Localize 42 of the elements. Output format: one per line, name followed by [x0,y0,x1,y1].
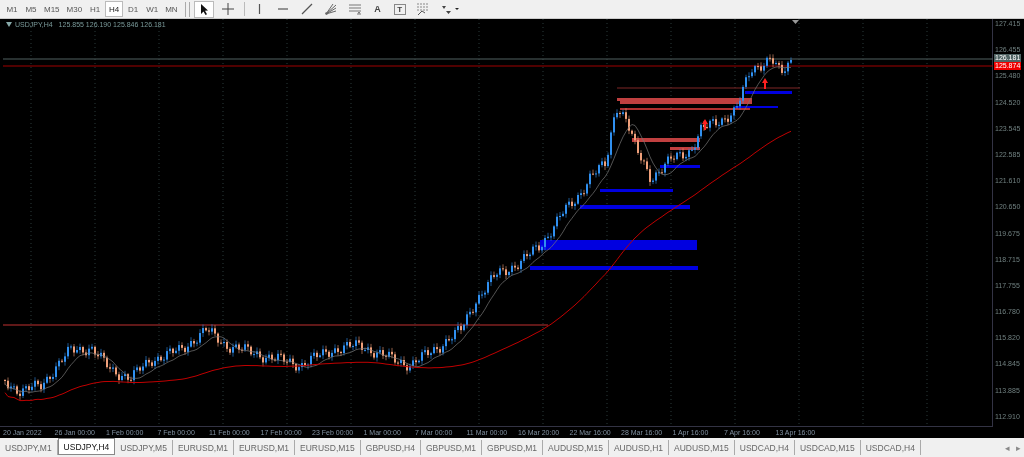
timeframe-button[interactable]: M30 [63,1,86,17]
fibonacci-icon [415,2,430,16]
timeframe-button[interactable]: W1 [143,1,162,17]
arrow-icon [762,78,768,89]
text-tool-button[interactable]: A [368,0,387,18]
chart-tab[interactable]: AUDUSD,H1 [608,440,669,455]
chart-tab[interactable]: EURUSD,M1 [233,440,295,455]
timeframe-button[interactable]: M15 [41,1,63,17]
chart-tab[interactable]: GBPUSD,H4 [360,440,421,455]
chart-tab[interactable]: USDJPY,M1 [0,440,58,455]
cursor-tool-button[interactable] [193,0,214,18]
timeframe-button[interactable]: D1 [124,1,143,17]
resistance-zone [632,138,700,142]
channel-icon [347,2,362,16]
chart-tab[interactable]: USDJPY,H4 [57,438,116,455]
timeframe-button[interactable]: M1 [3,1,21,17]
chart-tab[interactable]: EURUSD,M1 [172,440,234,455]
chart-tab[interactable]: USDJPY,M5 [115,440,173,455]
timeframe-button[interactable]: MN [162,1,181,17]
support-zone [745,91,792,94]
chart-tab[interactable]: GBPUSD,M1 [420,440,482,455]
fan-icon [323,2,338,16]
chart-tab[interactable]: USDCAD,M15 [794,440,861,455]
text-label-button[interactable]: T [390,0,409,18]
timeframe-button[interactable]: M5 [22,1,40,17]
chart-tab[interactable]: USDCAD,H4 [734,440,795,455]
vertical-line-icon [258,4,262,14]
trend-line-icon [299,2,314,16]
tab-scroll-button[interactable]: ◂ [1002,442,1013,453]
chart-tab[interactable]: AUDUSD,M15 [669,440,735,455]
chart-tab[interactable]: AUDUSD,M15 [543,440,609,455]
timeframe-button[interactable]: H4 [105,1,124,17]
tab-scroll-button[interactable]: ▸ [1013,442,1024,453]
support-zone [660,165,700,168]
resistance-zone [670,147,700,150]
crosshair-icon [220,2,235,16]
collapse-icon[interactable] [6,22,12,27]
arrow-icon [702,119,708,130]
chart-tab[interactable]: GBPUSD,M1 [482,440,544,455]
chart-tab[interactable]: EURUSD,M15 [295,440,361,455]
timeframe-button[interactable]: H1 [86,1,105,17]
chart-tab[interactable]: USDCAD,H4 [860,440,921,455]
